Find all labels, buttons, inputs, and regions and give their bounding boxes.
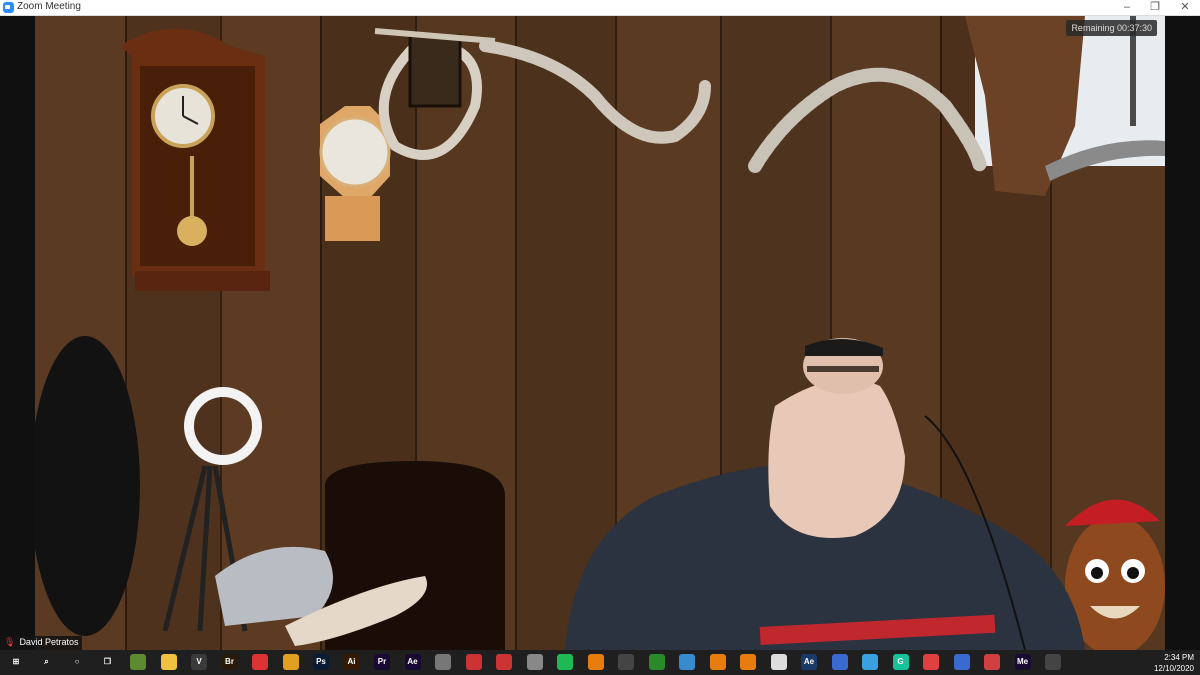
app-7-icon[interactable] [831,654,848,670]
app-10-icon[interactable] [953,654,970,670]
meeting-timer: Remaining 00:37:30 [1066,20,1157,36]
app-ae-icon[interactable]: Ae [801,654,817,670]
file-explorer-icon[interactable] [160,654,177,670]
app-4-icon[interactable] [526,654,543,670]
app-1-icon[interactable] [435,654,451,670]
app-v-icon[interactable]: V [191,654,207,670]
taskbar: ⊞ ⌕ ○ ❐ V Br Ps Ai Pr Ae Ae G Me 2:34 PM 12/10/2020 [0,650,1200,675]
window-curtain [965,16,1165,196]
app-3-icon[interactable] [496,654,512,670]
app-11-icon[interactable] [984,654,1000,670]
window-title: Zoom Meeting [17,1,81,12]
muted-mic-icon: 🎙 [4,637,16,647]
task-view-icon[interactable]: ❐ [99,654,116,670]
app-6-icon[interactable] [679,654,695,670]
snake-skeleton-left [479,40,711,144]
system-clock[interactable]: 2:34 PM 12/10/2020 [1154,652,1194,674]
scene-illustration [35,16,1165,650]
snake-skeleton-right [748,67,987,173]
after-effects-icon[interactable]: Ae [404,654,421,670]
app-2-icon[interactable] [465,654,482,670]
app-8-icon[interactable] [862,654,878,670]
wall-clock [319,106,391,241]
obs-icon[interactable] [618,654,634,670]
spotify-icon[interactable] [557,654,573,670]
illustrator-icon[interactable]: Ai [343,654,360,670]
close-button[interactable]: ✕ [1170,0,1200,15]
app-12-icon[interactable] [1045,654,1061,670]
blender-icon[interactable] [587,654,604,670]
grammarly-icon[interactable]: G [892,654,909,670]
photoshop-icon[interactable]: Ps [313,654,329,670]
chrome-icon[interactable] [252,654,268,670]
app-9-icon[interactable] [923,654,939,670]
blender-3-icon[interactable] [740,654,756,670]
notepad-icon[interactable] [770,654,787,670]
dark-object [35,336,140,636]
search-icon[interactable]: ⌕ [38,654,55,670]
title-bar: Zoom Meeting – ❐ ✕ [0,0,1200,16]
clock-time: 2:34 PM [1164,653,1194,662]
video-area: Remaining 00:37:30 [0,16,1200,650]
app-5-icon[interactable] [648,654,665,670]
minecraft-icon[interactable] [130,654,146,670]
minimize-button[interactable]: – [1112,0,1142,15]
blender-2-icon[interactable] [709,654,726,670]
windows-start-icon[interactable]: ⊞ [8,654,24,670]
bridge-icon[interactable]: Br [221,654,238,670]
lantern-rope [374,28,496,160]
premiere-icon[interactable]: Pr [374,654,390,670]
pendulum-clock [120,28,270,291]
video-feed: Remaining 00:37:30 [35,16,1165,650]
media-encoder-icon[interactable]: Me [1014,654,1031,670]
restore-button[interactable]: ❐ [1140,0,1170,15]
clock-date: 12/10/2020 [1153,664,1194,673]
participant-name: David Petratos [19,637,79,647]
participant-figure [565,338,1085,650]
cortana-icon[interactable]: ○ [69,654,85,670]
chrome-2-icon[interactable] [282,654,299,670]
zoom-logo-icon [3,2,14,13]
